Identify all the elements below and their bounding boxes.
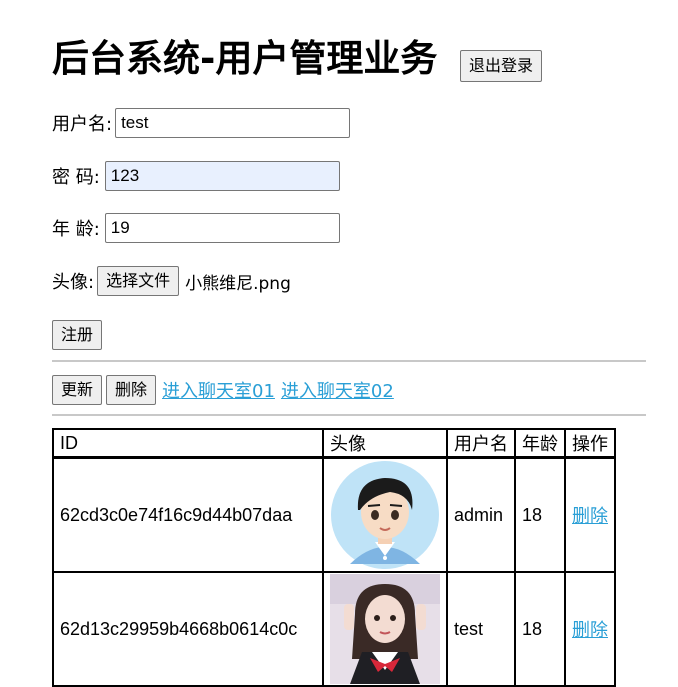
avatar-row: 头像: 选择文件 小熊维尼.png (52, 266, 291, 296)
chat-room-02-link[interactable]: 进入聊天室02 (281, 377, 394, 403)
age-label: 年 龄: (52, 219, 100, 240)
row-delete-link[interactable]: 删除 (572, 620, 608, 640)
selected-file-name: 小熊维尼.png (185, 273, 291, 294)
header-avatar: 头像 (322, 428, 448, 459)
divider-bottom (52, 414, 646, 416)
table-row: 62d13c29959b4668b0614c0c test 18 删除 (52, 571, 616, 687)
update-button[interactable]: 更新 (52, 375, 103, 405)
cartoon-boy-avatar-icon (331, 461, 439, 569)
actions-row: 更新 删除 进入聊天室01 进入聊天室02 (52, 375, 394, 405)
password-row: 密 码: (52, 161, 340, 191)
age-row: 年 龄: (52, 213, 340, 243)
avatar-label: 头像: (52, 272, 95, 293)
password-label: 密 码: (52, 167, 100, 188)
cell-id: 62cd3c0e74f16c9d44b07daa (52, 456, 324, 573)
username-input[interactable] (115, 108, 351, 138)
cell-avatar (322, 571, 448, 687)
header-id: ID (52, 428, 324, 459)
table-row: 62cd3c0e74f16c9d44b07daa admin 18 删除 (52, 456, 616, 573)
cell-avatar (322, 456, 448, 573)
chat-room-01-link[interactable]: 进入聊天室01 (162, 377, 275, 403)
age-input[interactable] (104, 213, 340, 243)
row-delete-link[interactable]: 删除 (572, 506, 608, 526)
logout-button[interactable]: 退出登录 (460, 50, 543, 82)
choose-file-button[interactable]: 选择文件 (97, 266, 180, 296)
delete-button[interactable]: 删除 (106, 375, 157, 405)
header-username: 用户名 (446, 428, 516, 459)
password-input[interactable] (104, 161, 340, 191)
username-label: 用户名: (52, 114, 113, 135)
register-button[interactable]: 注册 (52, 320, 103, 350)
page-title: 后台系统-用户管理业务 (52, 37, 438, 80)
girl-photo-avatar-icon (330, 574, 440, 684)
cell-username: admin (446, 456, 516, 573)
cell-age: 18 (514, 456, 566, 573)
cell-age: 18 (514, 571, 566, 687)
cell-username: test (446, 571, 516, 687)
header-action: 操作 (564, 428, 616, 459)
username-row: 用户名: (52, 108, 351, 138)
users-table: ID 头像 用户名 年龄 操作 62cd3c0e74f16c9d44b07daa (52, 428, 616, 687)
register-row: 注册 (52, 320, 103, 350)
cell-action: 删除 (564, 571, 616, 687)
cell-action: 删除 (564, 456, 616, 573)
table-header-row: ID 头像 用户名 年龄 操作 (52, 428, 616, 459)
header-age: 年龄 (514, 428, 566, 459)
cell-id: 62d13c29959b4668b0614c0c (52, 571, 324, 687)
divider-top (52, 360, 646, 362)
